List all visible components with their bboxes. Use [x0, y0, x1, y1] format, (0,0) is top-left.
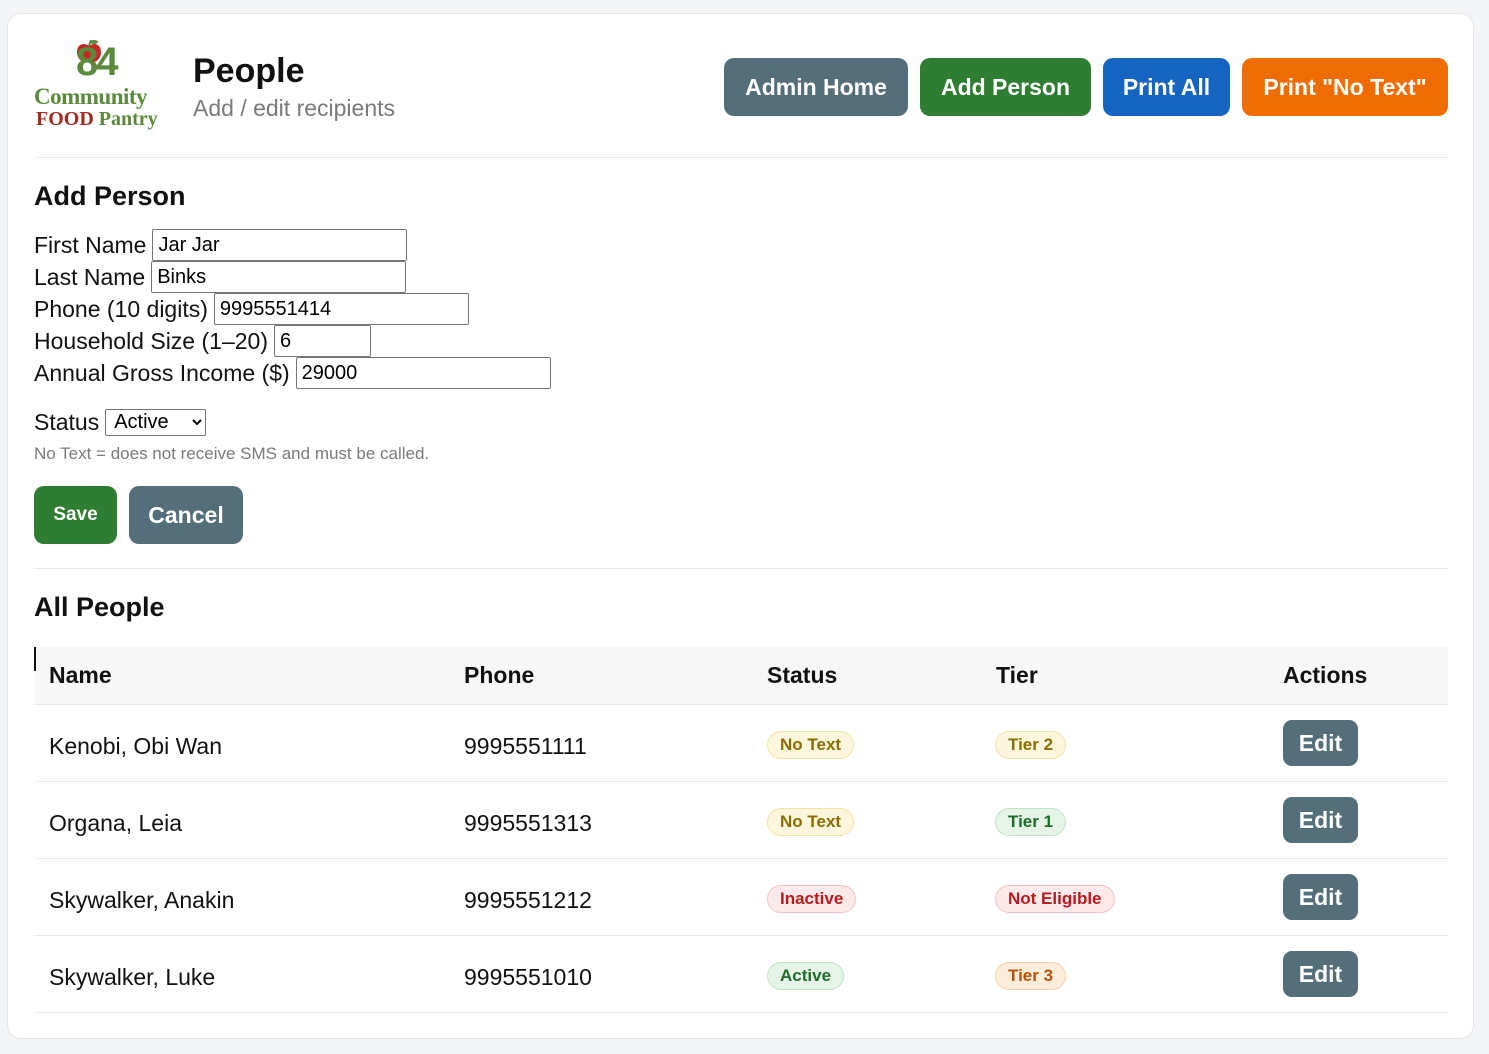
- person-name: Skywalker, Luke: [49, 964, 216, 990]
- column-header-phone[interactable]: Phone: [464, 662, 534, 689]
- person-name: Kenobi, Obi Wan: [49, 733, 223, 759]
- phone-label: Phone (10 digits): [34, 295, 208, 322]
- phone-input[interactable]: [213, 293, 469, 325]
- table-row: Skywalker, Anakin 9995551212 Inactive No…: [34, 859, 1448, 936]
- table-row: Organa, Leia 9995551313 No Text Tier 1 E…: [34, 782, 1448, 859]
- household-size-row: Household Size (1–20): [34, 325, 371, 357]
- column-header-name[interactable]: Name: [49, 662, 112, 689]
- status-select[interactable]: Active: [105, 408, 207, 436]
- last-name-row: Last Name: [34, 261, 407, 293]
- status-label: Status: [34, 408, 100, 435]
- status-row: Status Active: [34, 406, 207, 438]
- tier-badge: Tier 3: [995, 962, 1067, 990]
- household-size-label: Household Size (1–20): [34, 327, 268, 354]
- first-name-input[interactable]: [152, 229, 408, 261]
- status-badge: No Text: [767, 731, 855, 759]
- edit-button[interactable]: Edit: [1283, 797, 1358, 843]
- column-header-actions: Actions: [1283, 662, 1368, 688]
- all-people-heading: All People: [34, 592, 165, 622]
- logo-number: 84: [76, 40, 118, 84]
- edit-button[interactable]: Edit: [1283, 951, 1358, 997]
- income-label: Annual Gross Income ($): [34, 359, 290, 386]
- logo-food-pantry-text: FOOD Pantry: [36, 108, 158, 131]
- person-phone: 9995551010: [464, 964, 592, 990]
- person-name: Organa, Leia: [49, 810, 182, 836]
- edit-button[interactable]: Edit: [1283, 720, 1358, 766]
- logo-food-word: FOOD: [36, 108, 94, 130]
- table-row: Skywalker, Luke 9995551010 Active Tier 3…: [34, 936, 1448, 1013]
- income-input[interactable]: [295, 357, 551, 389]
- no-text-hint: No Text = does not receive SMS and must …: [34, 444, 430, 463]
- household-size-input[interactable]: [273, 325, 371, 357]
- person-phone: 9995551212: [464, 887, 592, 913]
- tier-badge: Tier 2: [995, 731, 1067, 759]
- phone-row: Phone (10 digits): [34, 293, 469, 325]
- tier-badge: Not Eligible: [995, 885, 1115, 913]
- last-name-label: Last Name: [34, 263, 146, 290]
- print-no-text-button[interactable]: Print "No Text": [1242, 58, 1448, 116]
- person-phone: 9995551111: [464, 733, 587, 759]
- print-all-button[interactable]: Print All: [1103, 58, 1230, 116]
- first-name-label: First Name: [34, 231, 147, 258]
- income-row: Annual Gross Income ($): [34, 357, 551, 389]
- admin-home-button[interactable]: Admin Home: [724, 58, 908, 116]
- text-cursor: [34, 647, 36, 671]
- person-phone: 9995551313: [464, 810, 592, 836]
- cancel-button[interactable]: Cancel: [129, 486, 243, 544]
- form-divider: [34, 568, 1448, 569]
- add-person-heading: Add Person: [34, 181, 186, 211]
- logo-pantry-word: Pantry: [93, 108, 158, 130]
- page-subtitle: Add / edit recipients: [193, 95, 396, 121]
- status-badge: No Text: [767, 808, 855, 836]
- first-name-row: First Name: [34, 229, 408, 261]
- last-name-input[interactable]: [151, 261, 407, 293]
- logo-community-text: Community: [34, 84, 148, 109]
- table-row: Kenobi, Obi Wan 9995551111 No Text Tier …: [34, 705, 1448, 782]
- status-badge: Active: [767, 962, 845, 990]
- table-header: [34, 647, 1448, 705]
- header-divider: [34, 157, 1448, 158]
- page-title: People: [193, 52, 305, 90]
- add-person-button[interactable]: Add Person: [920, 58, 1091, 116]
- person-name: Skywalker, Anakin: [49, 887, 235, 913]
- community-food-pantry-logo: 84 Community FOOD Pantry: [32, 38, 178, 134]
- column-header-status[interactable]: Status: [767, 662, 837, 689]
- edit-button[interactable]: Edit: [1283, 874, 1358, 920]
- column-header-tier[interactable]: Tier: [996, 662, 1038, 689]
- tier-badge: Tier 1: [995, 808, 1067, 836]
- save-button[interactable]: Save: [34, 486, 117, 544]
- status-badge: Inactive: [767, 885, 857, 913]
